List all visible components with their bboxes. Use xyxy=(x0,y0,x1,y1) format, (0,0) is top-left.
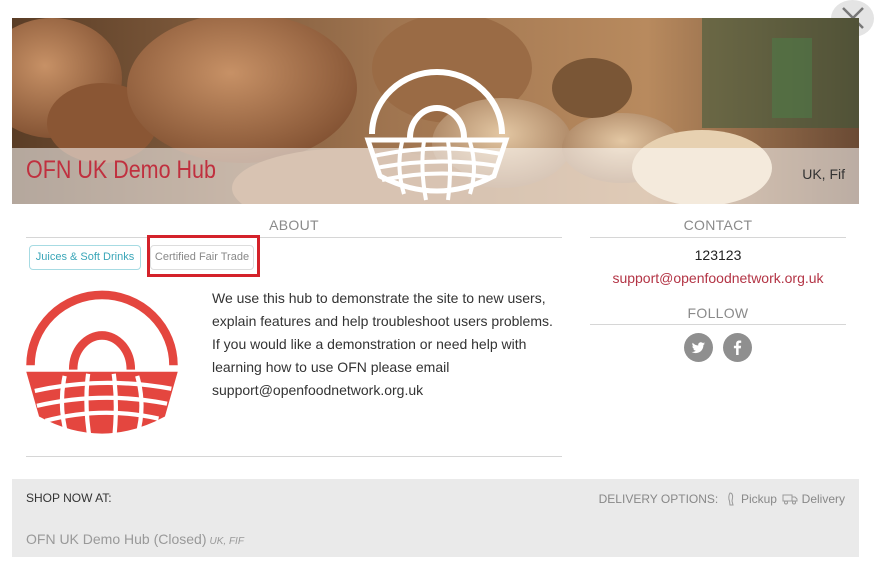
hub-description: We use this hub to demonstrate the site … xyxy=(212,290,553,398)
twitter-icon xyxy=(691,342,705,354)
facebook-icon xyxy=(733,340,742,355)
hub-modal: OFN UK Demo Hub UK, Fif ABOUT Juices & S… xyxy=(0,0,877,569)
hub-banner: OFN UK Demo Hub UK, Fif xyxy=(12,18,859,204)
about-bottom-divider xyxy=(26,456,562,457)
delivery-label: Delivery xyxy=(801,491,845,506)
shop-link-name: OFN UK Demo Hub (Closed) xyxy=(26,531,207,547)
contact-heading: CONTACT xyxy=(683,217,753,233)
twitter-button[interactable] xyxy=(684,333,713,362)
contact-divider xyxy=(590,237,846,238)
about-divider xyxy=(26,237,562,238)
delivery-options-label: DELIVERY OPTIONS: xyxy=(598,491,719,506)
contact-phone: 123123 xyxy=(694,247,742,263)
follow-divider xyxy=(590,324,846,325)
shop-link[interactable]: OFN UK Demo Hub (Closed) UK, FIF xyxy=(26,531,244,547)
pickup-icon xyxy=(727,492,734,506)
about-heading: ABOUT xyxy=(269,217,319,233)
hub-logo-large-icon xyxy=(26,290,178,443)
shop-panel: SHOP NOW AT: DELIVERY OPTIONS: Pickup De… xyxy=(12,479,859,557)
hub-logo-icon xyxy=(364,69,510,201)
pickup-label: Pickup xyxy=(740,491,777,506)
shop-link-location: UK, FIF xyxy=(209,536,244,547)
tag-juices[interactable]: Juices & Soft Drinks xyxy=(29,245,141,270)
facebook-button[interactable] xyxy=(723,333,752,362)
contact-email-link[interactable]: support@openfoodnetwork.org.uk xyxy=(590,270,846,286)
truck-icon xyxy=(782,494,798,505)
follow-heading: FOLLOW xyxy=(687,305,749,321)
shop-now-label: SHOP NOW AT: xyxy=(26,491,112,505)
delivery-options: DELIVERY OPTIONS: Pickup Delivery xyxy=(599,491,845,506)
hub-location: UK, Fif xyxy=(802,166,845,182)
hub-name: OFN UK Demo Hub xyxy=(26,156,216,184)
highlight-box xyxy=(147,235,260,277)
